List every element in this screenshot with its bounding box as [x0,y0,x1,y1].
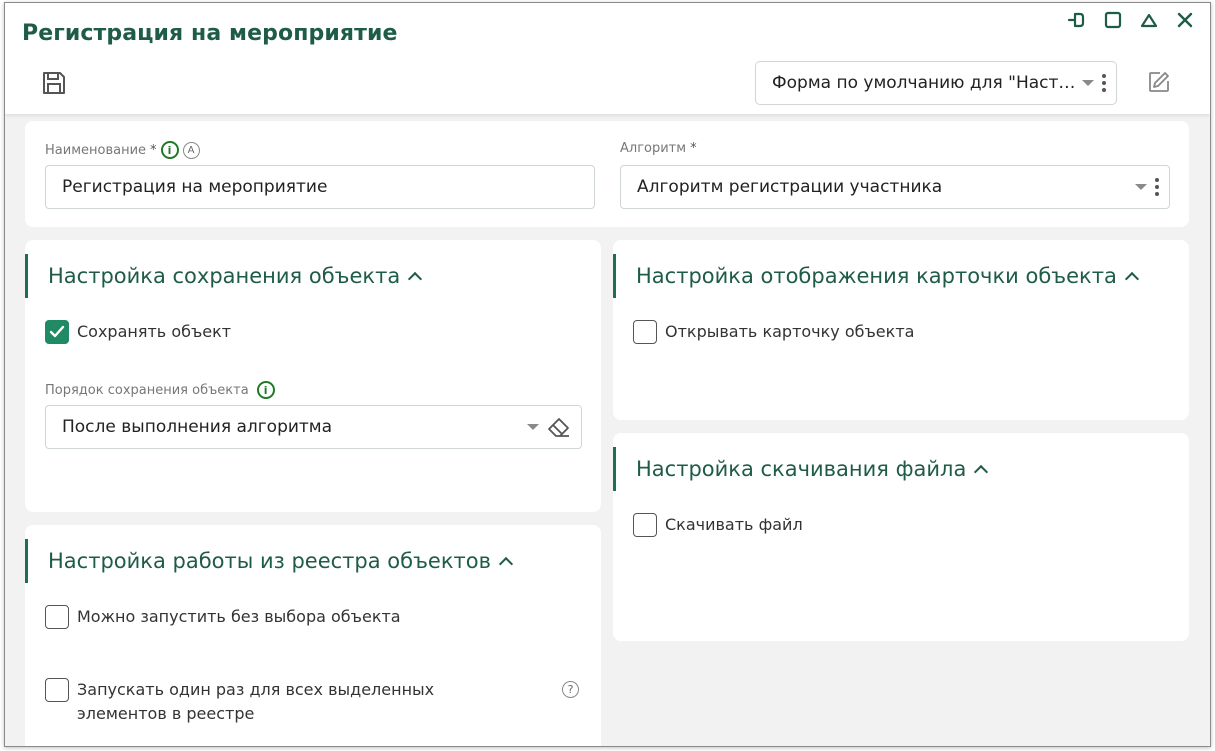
run-once-row: Запускать один раз для всех выделенных э… [45,678,485,726]
close-icon[interactable] [1174,9,1196,31]
download-file-checkbox[interactable] [633,513,657,537]
chevron-down-icon [527,424,539,430]
save-object-checkbox[interactable] [45,320,69,344]
algorithm-select[interactable]: Алгоритм регистрации участника [620,165,1170,209]
save-order-select[interactable]: После выполнения алгоритма [45,405,582,449]
chevron-down-icon [1082,80,1094,86]
auto-translate-icon[interactable]: A [182,141,200,159]
open-card-row: Открывать карточку объекта [633,320,914,344]
minimize-icon[interactable] [1138,9,1160,31]
chevron-up-icon [1124,271,1139,287]
open-card-checkbox[interactable] [633,320,657,344]
download-section-header[interactable]: Настройка скачивания файла [613,447,989,491]
run-once-checkbox[interactable] [45,678,69,702]
save-object-row: Сохранять объект [45,320,231,344]
registry-section-title: Настройка работы из реестра объектов [48,549,491,573]
chevron-up-icon [974,464,989,480]
chevron-up-icon [408,271,423,287]
name-label: Наименование * i A [45,141,200,159]
form-select[interactable]: Форма по умолчанию для "Настр... [755,61,1117,105]
save-button[interactable] [40,69,68,97]
save-section-header[interactable]: Настройка сохранения объекта [25,254,423,298]
download-file-row: Скачивать файл [633,513,803,537]
display-section-header[interactable]: Настройка отображения карточки объекта [613,254,1139,298]
download-settings-card: Настройка скачивания файла Скачивать фай… [613,433,1189,641]
help-icon[interactable]: ? [562,681,579,698]
window-controls [1066,9,1196,31]
save-order-label: Порядок сохранения объекта i [45,381,275,399]
info-icon[interactable]: i [256,381,275,399]
save-settings-card: Настройка сохранения объекта Сохранять о… [25,240,601,512]
registry-settings-card: Настройка работы из реестра объектов Мож… [25,525,601,746]
save-section-title: Настройка сохранения объекта [48,264,401,288]
general-card: Наименование * i A Регистрация на меропр… [25,121,1189,227]
display-settings-card: Настройка отображения карточки объекта О… [613,240,1189,420]
chevron-up-icon [498,556,514,572]
registry-section-header[interactable]: Настройка работы из реестра объектов [25,539,514,583]
page-title: Регистрация на мероприятие [22,21,398,46]
dialog-header: Регистрация на мероприятие Форма по умол… [5,3,1210,114]
save-icon [43,72,65,94]
more-options-icon[interactable] [1102,74,1106,92]
run-once-label: Запускать один раз для всех выделенных э… [77,680,435,723]
form-select-value: Форма по умолчанию для "Настр... [772,73,1082,93]
save-object-label: Сохранять объект [77,322,232,341]
eraser-icon[interactable] [547,416,571,438]
algorithm-label: Алгоритм * [620,141,697,156]
name-input[interactable]: Регистрация на мероприятие [45,165,595,209]
info-icon[interactable]: i [160,141,179,159]
edit-icon [1149,72,1169,92]
more-options-icon[interactable] [1155,178,1159,196]
display-section-title: Настройка отображения карточки объекта [636,264,1117,288]
edit-button[interactable] [1146,69,1172,95]
run-without-selection-row: Можно запустить без выбора объекта [45,605,401,629]
chevron-down-icon [1135,184,1147,190]
checkmark-icon [49,325,65,338]
run-without-selection-label: Можно запустить без выбора объекта [77,607,401,626]
download-file-label: Скачивать файл [665,515,803,534]
dialog-window: Регистрация на мероприятие Форма по умол… [4,2,1211,747]
run-without-selection-checkbox[interactable] [45,605,69,629]
download-section-title: Настройка скачивания файла [636,457,967,481]
open-card-label: Открывать карточку объекта [665,322,915,341]
pin-icon[interactable] [1066,9,1088,31]
maximize-icon[interactable] [1102,9,1124,31]
